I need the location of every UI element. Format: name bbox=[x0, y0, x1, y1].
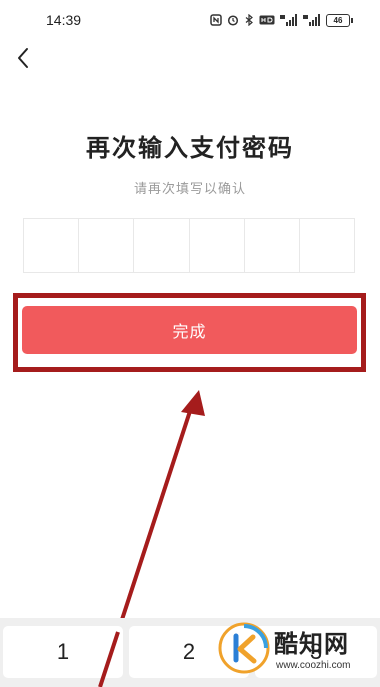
pin-digit-box[interactable] bbox=[245, 219, 300, 272]
hd-icon bbox=[259, 15, 275, 25]
watermark-url: www.coozhi.com bbox=[276, 660, 351, 671]
pin-digit-box[interactable] bbox=[190, 219, 245, 272]
chevron-left-icon bbox=[18, 48, 28, 68]
back-button[interactable] bbox=[10, 44, 36, 72]
pin-digit-box[interactable] bbox=[134, 219, 190, 272]
status-icons: 46 bbox=[210, 12, 353, 28]
signal-4g-icon bbox=[303, 14, 320, 26]
pin-digit-box[interactable] bbox=[300, 219, 354, 272]
bluetooth-icon bbox=[245, 14, 253, 26]
watermark: 酷知网 www.coozhi.com bbox=[214, 618, 380, 682]
battery-icon: 46 bbox=[326, 13, 353, 27]
status-bar: 14:39 46 bbox=[0, 0, 380, 40]
key-1[interactable]: 1 bbox=[3, 626, 123, 678]
highlight-box bbox=[13, 293, 366, 372]
coozhi-logo-icon bbox=[218, 622, 270, 674]
alarm-icon bbox=[227, 15, 239, 26]
status-time: 14:39 bbox=[46, 12, 82, 28]
watermark-name: 酷知网 bbox=[274, 630, 349, 658]
page-subtitle: 请再次填写以确认 bbox=[133, 182, 246, 197]
pin-digit-box[interactable] bbox=[79, 219, 135, 272]
pin-digit-box[interactable] bbox=[24, 219, 80, 272]
signal-5g-icon bbox=[280, 14, 297, 26]
pin-input[interactable] bbox=[23, 218, 355, 273]
page-title: 再次输入支付密码 bbox=[86, 134, 294, 162]
nfc-icon bbox=[210, 14, 222, 26]
